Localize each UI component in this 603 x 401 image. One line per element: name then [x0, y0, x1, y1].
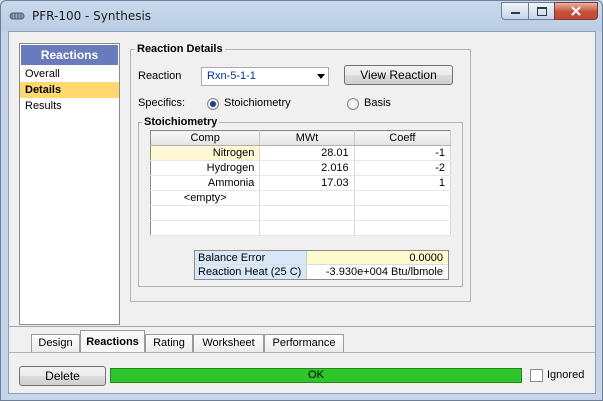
table-row: Nitrogen 28.01 -1	[150, 145, 452, 161]
table-row: Ammonia 17.03 1	[150, 175, 452, 191]
dropdown-arrow-icon	[317, 74, 325, 79]
minimize-icon	[510, 12, 520, 14]
basis-radio[interactable]	[347, 98, 359, 110]
minimize-button[interactable]	[501, 2, 528, 20]
balance-error-value: 0.0000	[307, 251, 448, 264]
reaction-heat-label: Reaction Heat (25 C)	[195, 265, 307, 279]
table-row	[150, 205, 452, 221]
basis-radio-label[interactable]: Basis	[364, 97, 391, 109]
nav-header: Reactions	[21, 45, 118, 65]
blank-cell[interactable]	[150, 220, 261, 236]
maximize-button[interactable]	[528, 2, 554, 20]
close-icon	[571, 6, 581, 16]
balance-error-label: Balance Error	[195, 251, 307, 264]
stoichiometry-radio-label[interactable]: Stoichiometry	[224, 97, 291, 109]
table-row: Hydrogen 2.016 -2	[150, 160, 452, 176]
window-title: PFR-100 - Synthesis	[32, 9, 152, 23]
blank-cell[interactable]	[259, 205, 355, 221]
tab-performance[interactable]: Performance	[264, 334, 344, 352]
column-header-coeff[interactable]: Coeff	[354, 130, 452, 146]
comp-cell[interactable]: Hydrogen	[150, 160, 261, 176]
tab-design[interactable]: Design	[31, 334, 80, 352]
ignored-label[interactable]: Ignored	[547, 369, 584, 381]
specifics-label: Specifics:	[138, 97, 186, 109]
tab-rating[interactable]: Rating	[145, 334, 193, 352]
balance-error-row: Balance Error 0.0000	[195, 251, 448, 265]
stoichiometry-group: Stoichiometry Comp MWt Coeff Nitrogen 28…	[138, 116, 463, 287]
delete-button[interactable]: Delete	[19, 366, 106, 386]
column-header-mwt[interactable]: MWt	[259, 130, 355, 146]
title-bar: PFR-100 - Synthesis	[1, 1, 602, 31]
close-button[interactable]	[554, 2, 598, 20]
blank-cell[interactable]	[150, 205, 261, 221]
nav-item-overall[interactable]: Overall	[20, 66, 119, 82]
ignored-checkbox[interactable]	[530, 369, 543, 382]
table-row: <empty>	[150, 190, 452, 206]
coeff-cell[interactable]: -1	[354, 145, 452, 161]
window-controls	[501, 2, 598, 21]
mwt-cell[interactable]: 17.03	[259, 175, 355, 191]
reactions-nav: Reactions Overall Details Results	[19, 43, 120, 325]
mwt-cell[interactable]: 2.016	[259, 160, 355, 176]
coeff-cell[interactable]: 1	[354, 175, 452, 191]
stoichiometry-title: Stoichiometry	[142, 116, 220, 128]
mwt-cell[interactable]: 28.01	[259, 145, 355, 161]
reaction-heat-value: -3.930e+004 Btu/lbmole	[325, 266, 443, 278]
comp-cell[interactable]: Nitrogen	[150, 145, 261, 161]
coeff-cell[interactable]: -2	[354, 160, 452, 176]
tab-strip: Design Reactions Rating Worksheet Perfor…	[9, 326, 595, 352]
view-reaction-button[interactable]: View Reaction	[344, 65, 453, 85]
table-header-row: Comp MWt Coeff	[150, 130, 452, 146]
stoichiometry-radio[interactable]	[207, 98, 219, 110]
mwt-cell[interactable]	[259, 190, 355, 206]
blank-cell[interactable]	[354, 220, 452, 236]
reaction-details-group: Reaction Details Reaction Rxn-5-1-1 View…	[130, 43, 471, 302]
table-row	[150, 220, 452, 236]
blank-cell[interactable]	[259, 220, 355, 236]
reaction-select[interactable]: Rxn-5-1-1	[201, 67, 329, 86]
client-area: Reactions Overall Details Results Reacti…	[8, 31, 596, 394]
status-bar: OK	[110, 368, 522, 383]
maximize-icon	[536, 6, 547, 16]
reaction-label: Reaction	[138, 70, 182, 82]
nav-item-details[interactable]: Details	[20, 82, 119, 98]
nav-item-results[interactable]: Results	[20, 98, 119, 114]
window: PFR-100 - Synthesis Reactions Overall De…	[0, 0, 603, 401]
reaction-details-title: Reaction Details	[135, 43, 225, 55]
reactor-icon	[9, 9, 25, 23]
footer: Delete OK Ignored	[9, 352, 595, 393]
tab-reactions[interactable]: Reactions	[80, 330, 145, 352]
reaction-select-value: Rxn-5-1-1	[207, 70, 256, 82]
coeff-cell[interactable]	[354, 190, 452, 206]
blank-cell[interactable]	[354, 205, 452, 221]
column-header-comp[interactable]: Comp	[150, 130, 261, 146]
comp-cell[interactable]: Ammonia	[150, 175, 261, 191]
comp-cell-empty[interactable]: <empty>	[150, 190, 261, 206]
balance-properties: Balance Error 0.0000 Reaction Heat (25 C…	[194, 250, 449, 280]
stoichiometry-table[interactable]: Comp MWt Coeff Nitrogen 28.01 -1 Hydroge…	[150, 130, 452, 236]
tab-worksheet[interactable]: Worksheet	[193, 334, 264, 352]
reaction-heat-row: Reaction Heat (25 C) -3.930e+004 Btu/lbm…	[195, 265, 448, 279]
